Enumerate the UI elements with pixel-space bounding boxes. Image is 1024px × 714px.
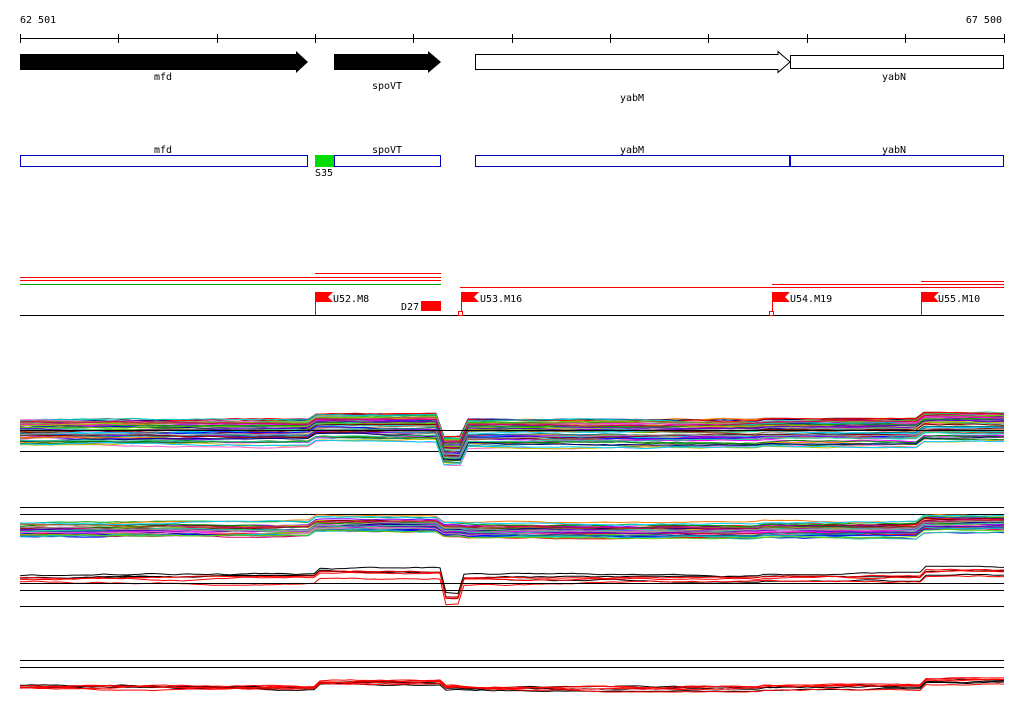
- flag-u55[interactable]: U55.M10: [921, 292, 981, 315]
- expression-track-summary-2: [19, 660, 1005, 693]
- deletion-d27[interactable]: [421, 301, 441, 311]
- annotation-label-spovt: spoVT: [372, 145, 402, 156]
- flag-u54[interactable]: U54.M19: [769, 292, 833, 316]
- gene-track: mfd spoVT yabM yabN: [20, 50, 1004, 104]
- gene-label-yabn: yabN: [882, 72, 906, 83]
- expression-track-summary: [19, 565, 1005, 607]
- annotation-label-yabn: yabN: [882, 145, 906, 156]
- flag-label-u55: U55.M10: [938, 294, 980, 305]
- ruler-start-label: 62 501: [20, 15, 56, 26]
- flag-label-u53: U53.M16: [480, 294, 522, 305]
- ruler-end-label: 67 500: [966, 15, 1002, 26]
- annotation-label-yabm: yabM: [620, 145, 644, 156]
- gene-label-yabm: yabM: [620, 93, 644, 104]
- gene-arrow-mfd[interactable]: [20, 51, 308, 73]
- deletion-label-d27: D27: [401, 302, 419, 313]
- transcription-unit-track: U52.M8 U53.M16 U54.M19 U55.M10 D27: [20, 273, 1004, 316]
- flag-label-u54: U54.M19: [790, 294, 832, 305]
- expression-trace: [19, 514, 1005, 526]
- flag-label-u52: U52.M8: [333, 294, 369, 305]
- marker-s35[interactable]: [315, 155, 334, 167]
- annotation-label-mfd: mfd: [154, 145, 172, 156]
- expression-track-tiling: [19, 411, 1005, 466]
- marker-s35-label: S35: [315, 168, 333, 179]
- gene-label-mfd: mfd: [154, 72, 172, 83]
- annotation-box-mfd[interactable]: [20, 155, 308, 167]
- flag-u53[interactable]: U53.M16: [458, 292, 523, 316]
- gene-box-yabn[interactable]: [790, 55, 1004, 69]
- genome-browser-viewer: 62 501 67 500 mfd spoVT yabM yabN mfd sp…: [19, 15, 1005, 693]
- annotation-box-yabm[interactable]: [475, 155, 790, 167]
- annotation-box-yabn[interactable]: [790, 155, 1004, 167]
- flag-u52[interactable]: U52.M8: [315, 292, 370, 315]
- gene-label-spovt: spoVT: [372, 81, 402, 92]
- expression-track-conditions: [19, 507, 1005, 540]
- coordinate-ruler: 62 501 67 500: [20, 15, 1005, 43]
- annotation-box-spovt[interactable]: [334, 155, 441, 167]
- annotation-track: mfd spoVT yabM yabN S35: [20, 145, 1004, 179]
- gene-arrow-yabm[interactable]: [475, 50, 791, 74]
- gene-arrow-spovt[interactable]: [334, 51, 441, 73]
